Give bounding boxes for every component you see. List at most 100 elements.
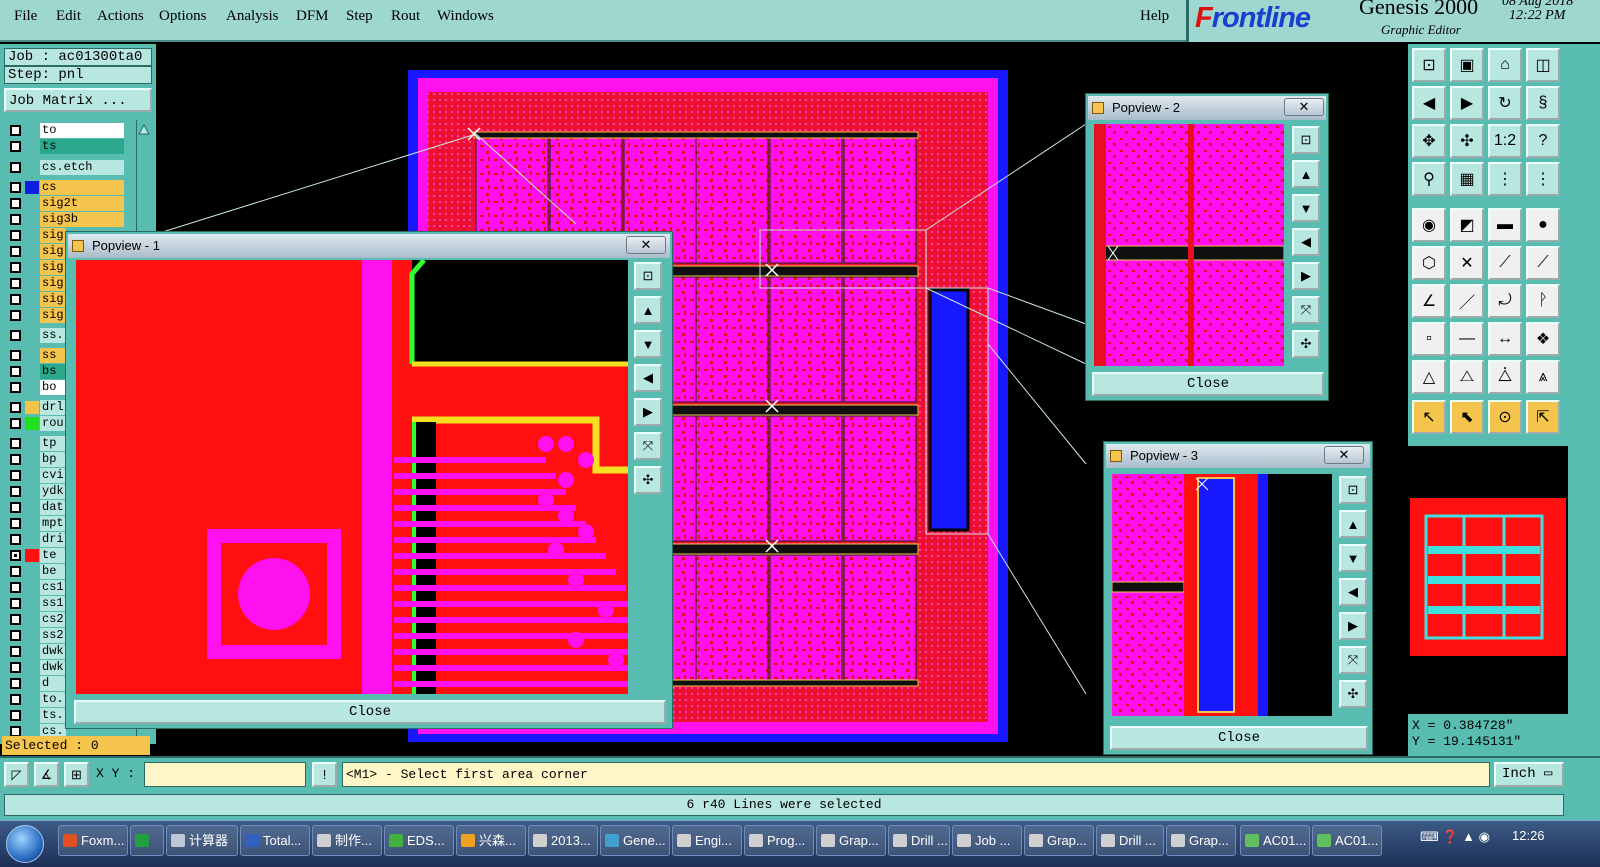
layer-name[interactable]: sig (40, 228, 66, 243)
layer-checkbox[interactable] (10, 534, 21, 545)
zoom-in-icon[interactable]: ✣ (1450, 124, 1484, 158)
taskbar-item[interactable]: Grap... (1024, 825, 1094, 856)
layer-color-swatch[interactable] (25, 629, 39, 642)
layer-checkbox[interactable] (10, 678, 21, 689)
layer-checkbox[interactable] (10, 162, 21, 173)
measure-icon[interactable]: ⚲ (1412, 162, 1446, 196)
start-button[interactable] (6, 825, 44, 863)
layer-checkbox[interactable] (10, 582, 21, 593)
layer-color-swatch[interactable] (25, 197, 39, 210)
scroll-up-icon[interactable] (137, 120, 151, 140)
layer-color-swatch[interactable] (25, 381, 39, 394)
zoom-fit-icon[interactable]: ▣ (1450, 48, 1484, 82)
layer-checkbox[interactable] (10, 518, 21, 529)
zoom-out-icon[interactable]: ⤧ (1339, 646, 1367, 674)
zoom-out-icon[interactable]: ✥ (1412, 124, 1446, 158)
group-icon[interactable]: ❖ (1526, 322, 1560, 356)
zoom-home-icon[interactable]: ⊡ (634, 262, 662, 290)
taskbar-item[interactable] (130, 825, 164, 856)
layer-name[interactable]: cs (40, 180, 124, 195)
pointer-circle-icon[interactable]: ⊙ (1488, 400, 1522, 434)
layer-checkbox[interactable] (10, 630, 21, 641)
one-to-one-icon[interactable]: 1:2 (1488, 124, 1522, 158)
slash-icon[interactable]: ／ (1450, 284, 1484, 318)
layer-checkbox[interactable] (10, 350, 21, 361)
layer-name[interactable]: sig (40, 276, 66, 291)
popview-3-close-x-button[interactable]: ✕ (1324, 446, 1364, 464)
layer-color-swatch[interactable] (25, 261, 39, 274)
layer-name[interactable]: te (40, 548, 66, 563)
menu-edit[interactable]: Edit (56, 8, 81, 25)
layer-color-swatch[interactable] (25, 597, 39, 610)
layer-name[interactable]: dat (40, 500, 66, 515)
layer-checkbox[interactable] (10, 710, 21, 721)
menu-analysis[interactable]: Analysis (226, 8, 279, 25)
taskbar-item[interactable]: Grap... (816, 825, 886, 856)
layer-name[interactable]: sig (40, 260, 66, 275)
layer-color-swatch[interactable] (25, 565, 39, 578)
zoom-in-icon[interactable]: ✣ (634, 466, 662, 494)
drc-icon[interactable]: ◩ (1450, 208, 1484, 242)
layer-color-swatch[interactable] (25, 517, 39, 530)
layer-name[interactable]: rou (40, 416, 66, 431)
taskbar-item[interactable]: 兴森... (456, 825, 526, 856)
popview-1-titlebar[interactable]: Popview - 1 (68, 234, 670, 258)
layer-name[interactable]: bp (40, 452, 66, 467)
menu-dfm[interactable]: DFM (296, 8, 329, 25)
taskbar-item[interactable]: Drill ... (1096, 825, 1164, 856)
layer-name[interactable]: dwk (40, 660, 66, 675)
tray-icons[interactable]: ⌨ ❓ ▲ ◉ (1420, 829, 1490, 845)
layer-color-swatch[interactable] (25, 245, 39, 258)
grid-icon[interactable]: ▦ (1450, 162, 1484, 196)
layer-checkbox[interactable] (10, 330, 21, 341)
layer-checkbox[interactable] (10, 198, 21, 209)
pan-right-icon[interactable]: ▶ (1292, 262, 1320, 290)
popview-1-view[interactable] (76, 260, 628, 694)
layer-name[interactable]: to. (40, 692, 66, 707)
layer-color-swatch[interactable] (25, 229, 39, 242)
layer-color-swatch[interactable] (25, 161, 39, 174)
layer-name[interactable]: sig (40, 292, 66, 307)
layer-checkbox[interactable] (10, 418, 21, 429)
layer-color-swatch[interactable] (25, 365, 39, 378)
polygon-add-icon[interactable]: ⩓ (1526, 360, 1560, 394)
layer-color-swatch[interactable] (25, 581, 39, 594)
layer-checkbox[interactable] (10, 646, 21, 657)
dimension-icon[interactable]: ↔ (1488, 322, 1522, 356)
angle-icon[interactable]: ∠ (1412, 284, 1446, 318)
layer-checkbox[interactable] (10, 246, 21, 257)
layer-color-swatch[interactable] (25, 293, 39, 306)
layer-checkbox[interactable] (10, 366, 21, 377)
layer-color-swatch[interactable] (25, 501, 39, 514)
redraw-icon[interactable]: ↻ (1488, 86, 1522, 120)
polygon-fill-icon[interactable]: ⧊ (1488, 360, 1522, 394)
pan-up-icon[interactable]: ▲ (1292, 160, 1320, 188)
fillet-icon[interactable]: ᚹ (1526, 284, 1560, 318)
layer-color-swatch[interactable] (25, 549, 39, 562)
ruler-icon[interactable]: ▬ (1488, 208, 1522, 242)
taskbar-item[interactable]: EDS... (384, 825, 454, 856)
layer-color-swatch[interactable] (25, 677, 39, 690)
area-select-icon[interactable]: ◸ (4, 762, 29, 787)
layer-color-swatch[interactable] (25, 693, 39, 706)
layer-checkbox[interactable] (10, 454, 21, 465)
layer-color-swatch[interactable] (25, 213, 39, 226)
snap-icon[interactable]: § (1526, 86, 1560, 120)
layer-name[interactable]: cs1 (40, 580, 66, 595)
line-tool-icon[interactable]: — (1450, 322, 1484, 356)
layer-color-swatch[interactable] (25, 349, 39, 362)
layer-name[interactable]: sig (40, 244, 66, 259)
popview-1-close-x-button[interactable]: ✕ (626, 236, 666, 254)
taskbar-item[interactable]: AC01... (1240, 825, 1310, 856)
layer-name[interactable]: be (40, 564, 66, 579)
layer-checkbox[interactable] (10, 382, 21, 393)
taskbar-item[interactable]: AC01... (1312, 825, 1382, 856)
pad-icon[interactable]: ● (1526, 208, 1560, 242)
layer-row[interactable]: cs.etch (4, 160, 144, 175)
layer-name[interactable]: cs2 (40, 612, 66, 627)
layer-name[interactable]: ts. (40, 708, 66, 723)
taskbar-item[interactable]: 制作... (312, 825, 382, 856)
layer-color-swatch[interactable] (25, 277, 39, 290)
layer-name[interactable]: sig (40, 308, 66, 323)
layer-name[interactable]: tp (40, 436, 66, 451)
